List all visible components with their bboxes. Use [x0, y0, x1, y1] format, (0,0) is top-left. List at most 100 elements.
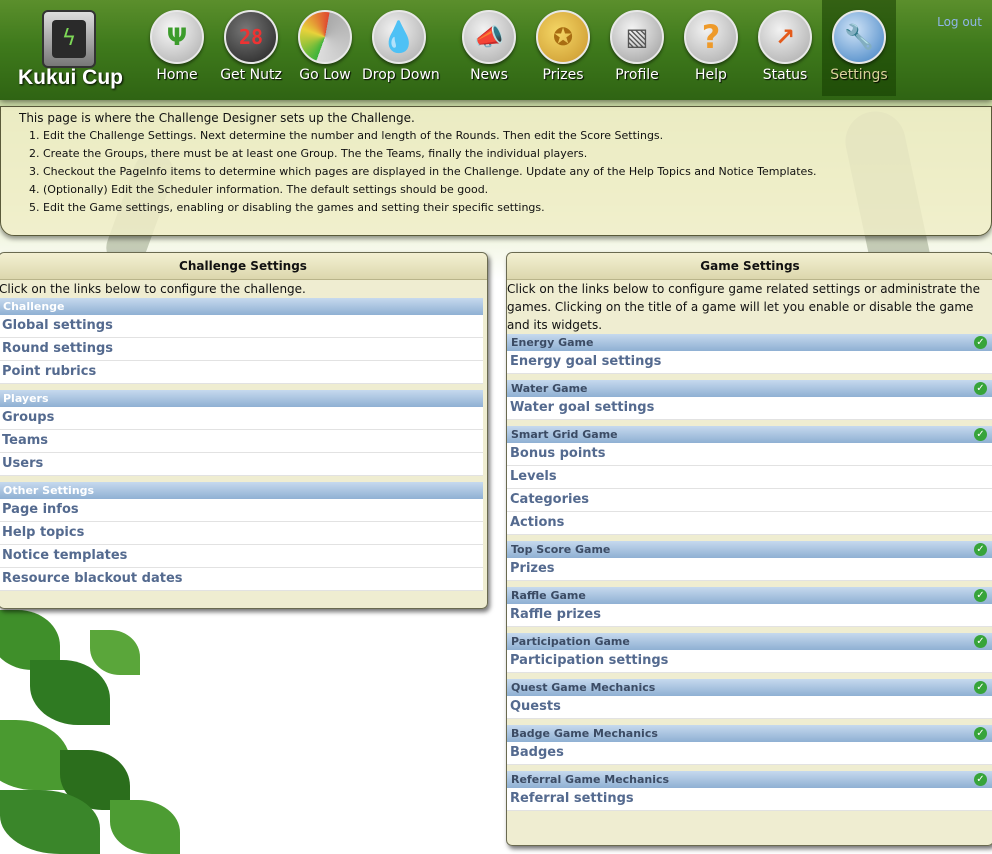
panel-description: Click on the links below to configure ga…: [507, 282, 980, 332]
logout-link[interactable]: Log out: [937, 15, 982, 29]
section-header-other-settings: Other Settings: [0, 482, 483, 499]
trophy-logo-icon: ϟ: [42, 10, 96, 68]
notice-templates-link[interactable]: Notice templates: [0, 545, 483, 568]
panel-title: Challenge Settings: [0, 253, 487, 280]
energy-game-header[interactable]: Energy Game ✓: [507, 334, 992, 351]
instruction-step: (Optionally) Edit the Scheduler informat…: [43, 181, 817, 199]
nav-profile[interactable]: ▧ Profile: [600, 0, 674, 96]
nav-label: Prizes: [542, 67, 584, 83]
bonus-points-link[interactable]: Bonus points: [507, 443, 992, 466]
profile-icon: ▧: [610, 10, 664, 64]
prizes-link[interactable]: Prizes: [507, 558, 992, 581]
check-icon: ✓: [974, 543, 987, 556]
resource-blackout-dates-link[interactable]: Resource blackout dates: [0, 568, 483, 591]
question-icon: ?: [684, 10, 738, 64]
levels-link[interactable]: Levels: [507, 466, 992, 489]
groups-link[interactable]: Groups: [0, 407, 483, 430]
nav-label: Profile: [615, 67, 659, 83]
instructions-panel: This page is where the Challenge Designe…: [0, 106, 992, 236]
nav-label: Drop Down: [362, 67, 440, 83]
section-title: Water Game: [511, 382, 588, 395]
nav-status[interactable]: ↗ Status: [748, 0, 822, 96]
section-title: Referral Game Mechanics: [511, 773, 670, 786]
nav-drop-down[interactable]: 💧 Drop Down: [362, 0, 440, 96]
wrench-icon: 🔧: [832, 10, 886, 64]
instruction-step: Edit the Challenge Settings. Next determ…: [43, 127, 817, 145]
nav-label: Get Nutz: [220, 67, 282, 83]
check-icon: ✓: [974, 635, 987, 648]
section-header-players: Players: [0, 390, 483, 407]
check-icon: ✓: [974, 727, 987, 740]
check-icon: ✓: [974, 336, 987, 349]
global-settings-link[interactable]: Global settings: [0, 315, 483, 338]
participation-game-header[interactable]: Participation Game ✓: [507, 633, 992, 650]
gauge-icon: [298, 10, 352, 64]
panel-description: Click on the links below to configure th…: [0, 282, 306, 296]
nav-label: Status: [762, 67, 808, 83]
section-title: Quest Game Mechanics: [511, 681, 656, 694]
instruction-step: Create the Groups, there must be at leas…: [43, 145, 817, 163]
section-title: Badge Game Mechanics: [511, 727, 658, 740]
nav-label: Settings: [830, 67, 888, 83]
check-icon: ✓: [974, 428, 987, 441]
nav-label: News: [470, 67, 508, 83]
nav-get-nutz[interactable]: 28 Get Nutz: [214, 0, 288, 96]
panel-title: Game Settings: [507, 253, 992, 280]
page-infos-link[interactable]: Page infos: [0, 499, 483, 522]
trophy-icon: Ψ: [150, 10, 204, 64]
nav-home[interactable]: Ψ Home: [140, 0, 214, 96]
scoreboard-icon: 28: [224, 10, 278, 64]
check-icon: ✓: [974, 589, 987, 602]
ribbon-icon: ✪: [536, 10, 590, 64]
top-score-game-header[interactable]: Top Score Game ✓: [507, 541, 992, 558]
raffle-game-header[interactable]: Raffle Game ✓: [507, 587, 992, 604]
raffle-prizes-link[interactable]: Raffle prizes: [507, 604, 992, 627]
top-nav-bar: ϟ Kukui Cup Ψ Home 28 Get Nutz Go Low 💧 …: [0, 0, 992, 100]
instructions-intro: This page is where the Challenge Designe…: [19, 111, 415, 125]
referral-settings-link[interactable]: Referral settings: [507, 788, 992, 811]
water-drop-icon: 💧: [372, 10, 426, 64]
help-topics-link[interactable]: Help topics: [0, 522, 483, 545]
instructions-steps: Edit the Challenge Settings. Next determ…: [1, 127, 817, 217]
kukui-cup-logo[interactable]: ϟ Kukui Cup: [12, 6, 124, 92]
participation-settings-link[interactable]: Participation settings: [507, 650, 992, 673]
nav-settings[interactable]: 🔧 Settings: [822, 0, 896, 96]
water-goal-settings-link[interactable]: Water goal settings: [507, 397, 992, 420]
energy-goal-settings-link[interactable]: Energy goal settings: [507, 351, 992, 374]
nav-help[interactable]: ? Help: [674, 0, 748, 96]
nav-news[interactable]: 📣 News: [452, 0, 526, 96]
badge-game-mechanics-header[interactable]: Badge Game Mechanics ✓: [507, 725, 992, 742]
users-link[interactable]: Users: [0, 453, 483, 476]
instruction-step: Checkout the PageInfo items to determine…: [43, 163, 817, 181]
leaf: [90, 630, 140, 675]
game-settings-list: Energy Game ✓ Energy goal settings Water …: [507, 334, 992, 811]
water-game-header[interactable]: Water Game ✓: [507, 380, 992, 397]
categories-link[interactable]: Categories: [507, 489, 992, 512]
game-settings-panel: Game Settings Click on the links below t…: [506, 252, 992, 846]
challenge-settings-panel: Challenge Settings Click on the links be…: [0, 252, 488, 609]
instruction-step: Edit the Game settings, enabling or disa…: [43, 199, 817, 217]
section-title: Participation Game: [511, 635, 630, 648]
challenge-settings-list: Challenge Global settings Round settings…: [0, 298, 483, 591]
quests-link[interactable]: Quests: [507, 696, 992, 719]
megaphone-icon: 📣: [462, 10, 516, 64]
nav-go-low[interactable]: Go Low: [288, 0, 362, 96]
nav-label: Home: [156, 67, 198, 83]
section-title: Raffle Game: [511, 589, 586, 602]
chart-icon: ↗: [758, 10, 812, 64]
point-rubrics-link[interactable]: Point rubrics: [0, 361, 483, 384]
section-header-challenge: Challenge: [0, 298, 483, 315]
badges-link[interactable]: Badges: [507, 742, 992, 765]
teams-link[interactable]: Teams: [0, 430, 483, 453]
smart-grid-game-header[interactable]: Smart Grid Game ✓: [507, 426, 992, 443]
actions-link[interactable]: Actions: [507, 512, 992, 535]
section-title: Smart Grid Game: [511, 428, 618, 441]
referral-game-mechanics-header[interactable]: Referral Game Mechanics ✓: [507, 771, 992, 788]
check-icon: ✓: [974, 773, 987, 786]
quest-game-mechanics-header[interactable]: Quest Game Mechanics ✓: [507, 679, 992, 696]
check-icon: ✓: [974, 681, 987, 694]
nav-label: Go Low: [299, 67, 351, 83]
round-settings-link[interactable]: Round settings: [0, 338, 483, 361]
section-title: Top Score Game: [511, 543, 611, 556]
nav-prizes[interactable]: ✪ Prizes: [526, 0, 600, 96]
